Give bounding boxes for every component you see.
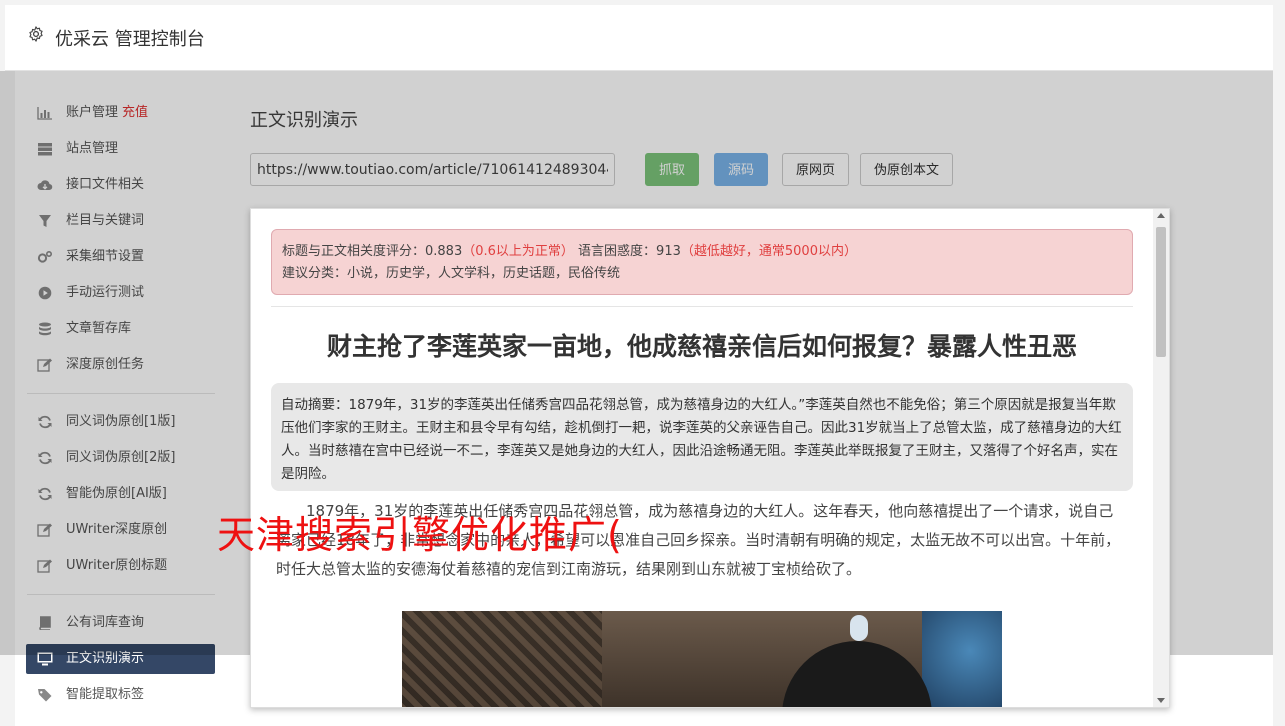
analysis-alert: 标题与正文相关度评分：0.883（0.6以上为正常） 语言困惑度：913（越低越… [271, 229, 1133, 295]
refresh-icon [38, 415, 52, 429]
perplexity-note: （越低越好，通常5000以内） [680, 244, 857, 259]
sidebar-item-manual-run[interactable]: 手动运行测试 [15, 275, 221, 311]
main-area: 正文识别演示 抓取 源码 原网页 伪原创本文 [250, 95, 954, 186]
play-circle-icon [38, 286, 52, 300]
sidebar-item-label: 采集细节设置 [66, 249, 145, 264]
image-hat [782, 641, 932, 707]
tag-icon [38, 689, 52, 702]
edit-icon [37, 358, 52, 372]
book-icon [39, 616, 51, 630]
modal-scrollbar[interactable] [1153, 209, 1169, 707]
sidebar-item-label: 公有词库查询 [66, 615, 145, 630]
sidebar-item-public-lexicon[interactable]: 公有词库查询 [15, 605, 221, 641]
score-line: 标题与正文相关度评分：0.883（0.6以上为正常） 语言困惑度：913（越低越… [282, 241, 1122, 263]
sidebar-item-article-storage[interactable]: 文章暂存库 [15, 311, 221, 347]
scroll-down-arrow-icon[interactable] [1157, 698, 1165, 703]
sidebar-item-deep-original-task[interactable]: 深度原创任务 [15, 347, 221, 383]
sidebar-item-uwriter-deep[interactable]: UWriter深度原创 [15, 512, 221, 548]
sidebar-item-text-recognition-demo[interactable]: 正文识别演示 [26, 644, 215, 674]
sidebar-item-sites[interactable]: 站点管理 [15, 131, 221, 167]
article-body: 1879年，31岁的李莲英出任储秀宫四品花翎总管，成为慈禧身边的大红人。这年春天… [276, 502, 1121, 578]
cloud-download-icon [37, 180, 53, 191]
top-bar: 优采云 管理控制台 [5, 5, 1273, 71]
sidebar-item-label: 站点管理 [66, 141, 119, 156]
refresh-icon [38, 487, 52, 501]
sidebar-item-label: 深度原创任务 [66, 357, 145, 372]
sidebar-item-label: 文章暂存库 [66, 321, 132, 336]
sidebar-item-synonym-v2[interactable]: 同义词伪原创[2版] [15, 440, 221, 476]
sidebar-item-columns-keywords[interactable]: 栏目与关键词 [15, 203, 221, 239]
edit-icon [37, 559, 52, 573]
url-input[interactable] [250, 153, 615, 186]
bar-chart-icon [37, 107, 52, 120]
sidebar-item-label: 智能伪原创[AI版] [66, 486, 167, 501]
article-image [402, 611, 1002, 707]
article-title: 财主抢了李莲英家一亩地，他成慈禧亲信后如何报复？暴露人性丑恶 [326, 332, 1077, 361]
sidebar-item-label: 正文识别演示 [66, 651, 145, 666]
sidebar-item-label: 栏目与关键词 [66, 213, 145, 228]
sidebar-item-label: 同义词伪原创[1版] [66, 414, 176, 429]
perplexity-label: 语言困惑度：913 [578, 244, 681, 259]
page-title: 正文识别演示 [250, 110, 358, 131]
sidebar-item-label: 接口文件相关 [66, 177, 145, 192]
result-modal: 标题与正文相关度评分：0.883（0.6以上为正常） 语言困惑度：913（越低越… [250, 208, 1170, 708]
filter-icon [39, 215, 51, 227]
sidebar-divider [27, 393, 215, 394]
sidebar: 账户管理 充值 站点管理 接口文件相关 栏目与关键词 采集细节设置 手动运行测试 … [15, 95, 221, 713]
refresh-icon [38, 451, 52, 465]
sidebar-item-label: 手动运行测试 [66, 285, 145, 300]
fetch-button[interactable]: 抓取 [645, 153, 700, 186]
category-line: 建议分类：小说，历史学，人文学科，历史话题，民俗传统 [282, 266, 621, 281]
image-lattice [402, 611, 602, 707]
sidebar-item-ai-rewrite[interactable]: 智能伪原创[AI版] [15, 476, 221, 512]
recharge-badge[interactable]: 充值 [122, 105, 148, 120]
database-icon [39, 322, 51, 336]
scroll-up-arrow-icon[interactable] [1157, 213, 1165, 218]
sidebar-item-label: 同义词伪原创[2版] [66, 450, 176, 465]
sidebar-item-collect-settings[interactable]: 采集细节设置 [15, 239, 221, 275]
sidebar-item-label: 账户管理 [66, 105, 119, 120]
article-abstract: 自动摘要：1879年，31岁的李莲英出任储秀宫四品花翎总管，成为慈禧身边的大红人… [271, 383, 1133, 491]
sidebar-item-uwriter-title[interactable]: UWriter原创标题 [15, 548, 221, 584]
gears-icon [37, 250, 53, 263]
app-title: 优采云 管理控制台 [55, 29, 205, 50]
sidebar-item-label: UWriter深度原创 [66, 522, 168, 537]
source-button[interactable]: 源码 [714, 153, 769, 186]
score-note: （0.6以上为正常） [462, 244, 574, 259]
sidebar-item-interface-files[interactable]: 接口文件相关 [15, 167, 221, 203]
edit-icon [37, 523, 52, 537]
sidebar-item-label: 智能提取标签 [66, 687, 145, 702]
rewrite-button[interactable]: 伪原创本文 [860, 153, 954, 186]
original-page-button[interactable]: 原网页 [782, 153, 850, 186]
sidebar-divider [27, 594, 215, 595]
sidebar-item-synonym-v1[interactable]: 同义词伪原创[1版] [15, 404, 221, 440]
sidebar-item-account[interactable]: 账户管理 充值 [15, 95, 221, 131]
scroll-thumb[interactable] [1156, 227, 1166, 357]
sidebar-item-label: UWriter原创标题 [66, 558, 168, 573]
monitor-icon [37, 652, 53, 666]
sidebar-item-smart-tags[interactable]: 智能提取标签 [15, 677, 221, 713]
gear-icon [29, 26, 43, 42]
server-icon [38, 143, 52, 156]
score-label: 标题与正文相关度评分：0.883 [282, 244, 463, 259]
divider [271, 306, 1133, 307]
image-hat-knob [850, 615, 868, 641]
image-fan [922, 611, 1002, 707]
